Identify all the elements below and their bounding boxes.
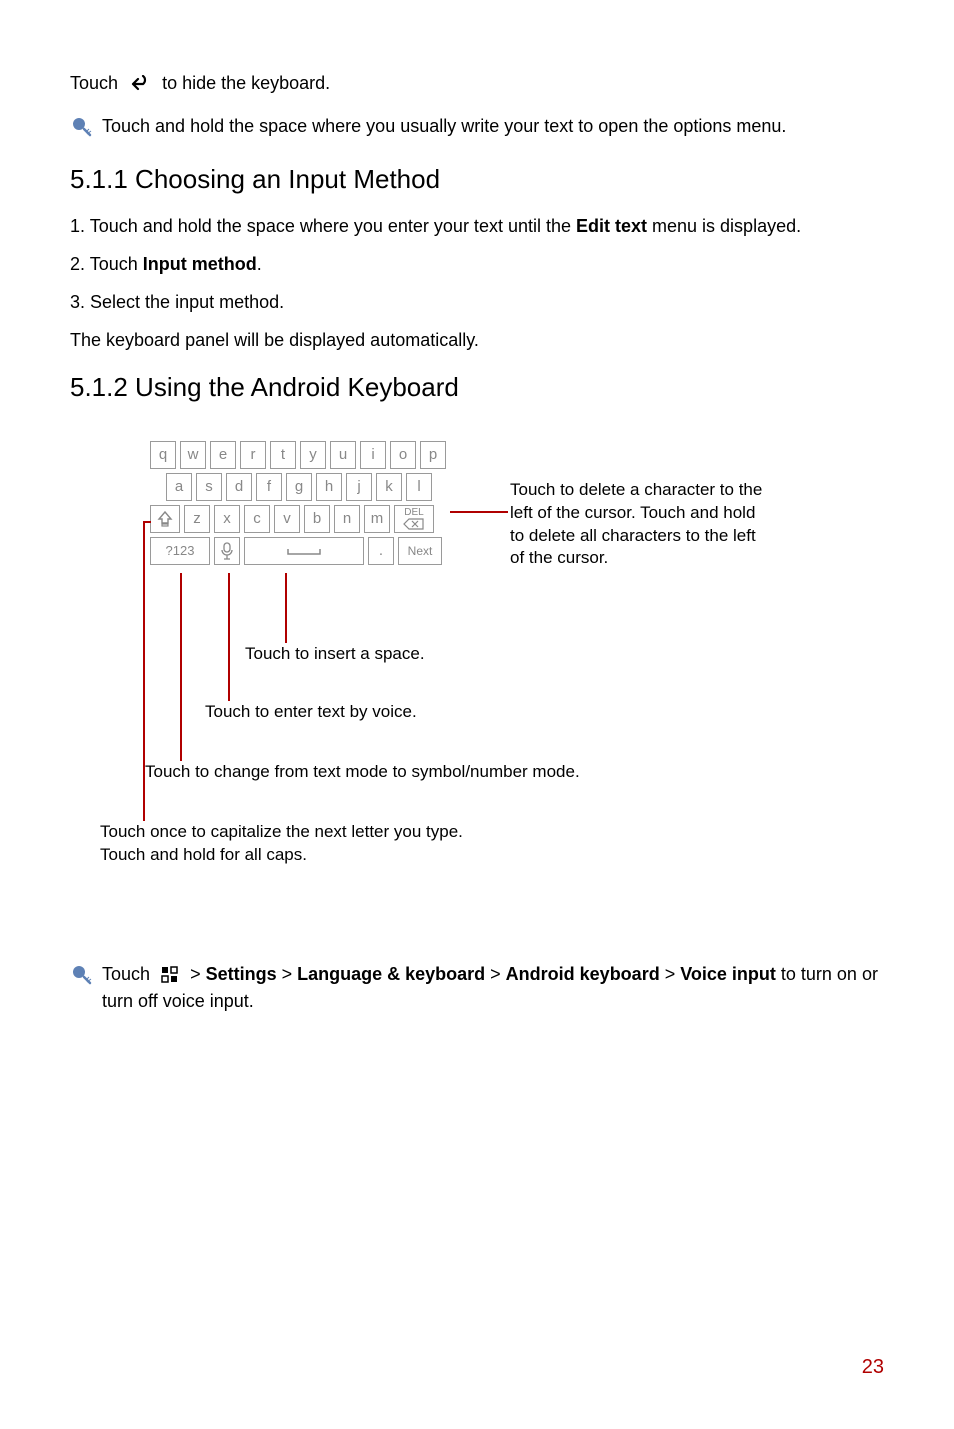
key-j: j xyxy=(346,473,372,501)
callout-space: Touch to insert a space. xyxy=(245,643,425,666)
heading-511: 5.1.1 Choosing an Input Method xyxy=(70,164,884,195)
key-delete: DEL xyxy=(394,505,434,533)
key-a: a xyxy=(166,473,192,501)
key-row-1: q w e r t y u i o p xyxy=(150,441,446,469)
key-v: v xyxy=(274,505,300,533)
annot-line xyxy=(143,521,145,821)
onscreen-keyboard: q w e r t y u i o p a s d f g h j k l z xyxy=(150,441,446,569)
annot-line xyxy=(285,573,287,643)
key-dot: . xyxy=(368,537,394,565)
key-n: n xyxy=(334,505,360,533)
key-o: o xyxy=(390,441,416,469)
key-p: p xyxy=(420,441,446,469)
key-s: s xyxy=(196,473,222,501)
key-m: m xyxy=(364,505,390,533)
text: Touch xyxy=(70,73,123,93)
key-next: Next xyxy=(398,537,442,565)
key-shift xyxy=(150,505,180,533)
key-h: h xyxy=(316,473,342,501)
key-e: e xyxy=(210,441,236,469)
callout-mode: Touch to change from text mode to symbol… xyxy=(145,761,580,784)
step-3: 3. Select the input method. xyxy=(70,289,884,317)
callout-voice: Touch to enter text by voice. xyxy=(205,701,417,724)
tip-text: Touch and hold the space where you usual… xyxy=(102,113,786,140)
key-d: d xyxy=(226,473,252,501)
key-space xyxy=(244,537,364,565)
key-y: y xyxy=(300,441,326,469)
apps-grid-icon xyxy=(161,966,179,984)
annot-line xyxy=(450,511,508,513)
key-i: i xyxy=(360,441,386,469)
key-t: t xyxy=(270,441,296,469)
para-hide-keyboard: Touch to hide the keyboard. xyxy=(70,70,884,97)
heading-512: 5.1.2 Using the Android Keyboard xyxy=(70,372,884,403)
key-row-3: z x c v b n m DEL xyxy=(150,505,446,533)
key-voice xyxy=(214,537,240,565)
key-row-2: a s d f g h j k l xyxy=(150,473,446,501)
key-z: z xyxy=(184,505,210,533)
page-number: 23 xyxy=(862,1356,884,1379)
annot-line xyxy=(180,573,182,761)
key-g: g xyxy=(286,473,312,501)
keyboard-diagram: q w e r t y u i o p a s d f g h j k l z xyxy=(70,421,890,961)
callout-delete: Touch to delete a character to the left … xyxy=(510,479,770,571)
annot-line xyxy=(145,521,151,523)
step-2: 2. Touch Input method. xyxy=(70,251,884,279)
annot-line xyxy=(228,573,230,701)
key-k: k xyxy=(376,473,402,501)
callout-caps: Touch once to capitalize the next letter… xyxy=(100,821,463,867)
tip-icon xyxy=(70,964,92,986)
key-q: q xyxy=(150,441,176,469)
key-b: b xyxy=(304,505,330,533)
key-c: c xyxy=(244,505,270,533)
text: to hide the keyboard. xyxy=(162,73,330,93)
key-r: r xyxy=(240,441,266,469)
key-mode: ?123 xyxy=(150,537,210,565)
key-l: l xyxy=(406,473,432,501)
tip-voice-input: Touch > Settings > Language & keyboard >… xyxy=(70,961,884,1015)
tip-text: Touch > Settings > Language & keyboard >… xyxy=(102,961,884,1015)
back-icon xyxy=(129,75,151,93)
key-row-4: ?123 . Next xyxy=(150,537,446,565)
tip-icon xyxy=(70,116,92,138)
key-f: f xyxy=(256,473,282,501)
tip-note: Touch and hold the space where you usual… xyxy=(70,113,884,140)
step-1: 1. Touch and hold the space where you en… xyxy=(70,213,884,241)
para-auto-display: The keyboard panel will be displayed aut… xyxy=(70,327,884,354)
key-x: x xyxy=(214,505,240,533)
key-w: w xyxy=(180,441,206,469)
key-u: u xyxy=(330,441,356,469)
